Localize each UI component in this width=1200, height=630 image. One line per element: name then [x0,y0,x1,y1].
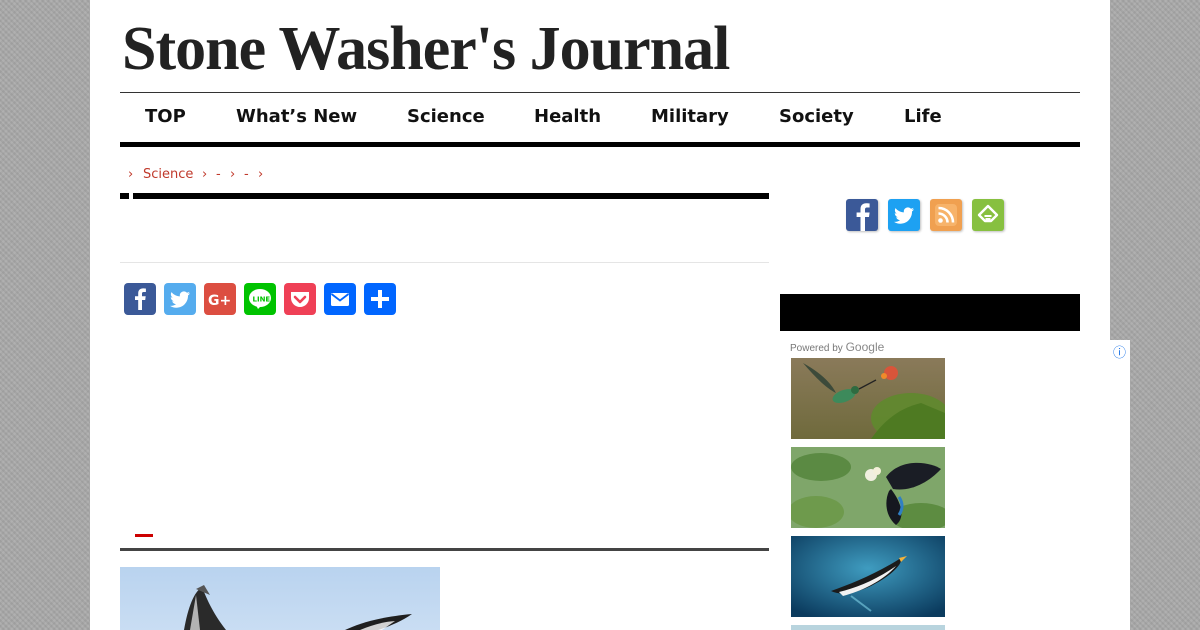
breadcrumb-item[interactable]: - [244,167,249,182]
powered-by-label: Powered by Google [790,340,884,354]
twitter-icon [894,207,914,224]
share-google-plus-button[interactable]: G+ [204,283,236,315]
follow-feedly[interactable] [972,199,1004,231]
ad-thumbnail-butterfly[interactable] [791,447,945,528]
ad-panel: Powered by Google ⓘ [780,340,1130,630]
twitter-icon [170,291,190,308]
line-icon: LINE [249,289,271,309]
share-more-button[interactable] [364,283,396,315]
nav-item-military[interactable]: Military [651,106,729,127]
info-icon[interactable]: ⓘ [1113,342,1126,361]
share-twitter-button[interactable] [164,283,196,315]
follow-rss[interactable] [930,199,962,231]
article-thumbnail-bird[interactable] [120,567,440,630]
section-marker [135,534,153,537]
section-divider [120,548,769,551]
breadcrumb-separator: › [202,167,208,182]
share-email-button[interactable] [324,283,356,315]
powered-by-text: Powered by [790,343,843,354]
share-icon [371,290,389,308]
share-pocket-button[interactable] [284,283,316,315]
follow-twitter[interactable] [888,199,920,231]
sidebar-widget-header [780,294,1080,331]
ad-thumbnail-hummingbird[interactable] [791,358,945,439]
follow-facebook[interactable] [846,199,878,231]
breadcrumb-separator: › [258,167,264,182]
breadcrumb-separator: › [230,167,236,182]
main-nav: TOP What’s New Science Health Military S… [120,92,1080,147]
title-bar [133,193,769,199]
svg-text:G+: G+ [208,293,231,309]
page-container: Stone Washer's Journal TOP What’s New Sc… [90,0,1130,630]
penguin-image [791,536,945,617]
bird-image [184,585,412,630]
breadcrumb-item[interactable]: - [216,167,221,182]
pocket-icon [291,292,309,307]
feedly-icon [977,204,999,223]
share-line-button[interactable]: LINE [244,283,276,315]
nav-item-whats-new[interactable]: What’s New [236,106,357,127]
svg-text:LINE: LINE [253,296,271,304]
breadcrumb-separator: › [128,167,134,182]
site-logo[interactable]: Stone Washer's Journal [122,14,730,84]
breadcrumb-item-science[interactable]: Science [143,167,193,182]
hummingbird-image [791,358,945,439]
ad-thumbnail-penguin[interactable] [791,536,945,617]
ad-thumbnail-partial[interactable] [791,625,945,630]
title-bar-marker [120,193,129,199]
nav-item-society[interactable]: Society [779,106,854,127]
facebook-icon [135,288,146,310]
share-facebook-button[interactable] [124,283,156,315]
nav-item-science[interactable]: Science [407,106,485,127]
nav-item-health[interactable]: Health [534,106,601,127]
google-brand: Google [845,340,885,354]
facebook-icon [856,203,870,231]
email-icon [330,293,350,306]
nav-item-life[interactable]: Life [904,106,942,127]
divider [120,262,769,263]
nav-item-top[interactable]: TOP [145,106,186,127]
rss-icon [935,204,957,226]
butterfly-image [791,447,945,528]
google-plus-icon: G+ [208,293,231,309]
